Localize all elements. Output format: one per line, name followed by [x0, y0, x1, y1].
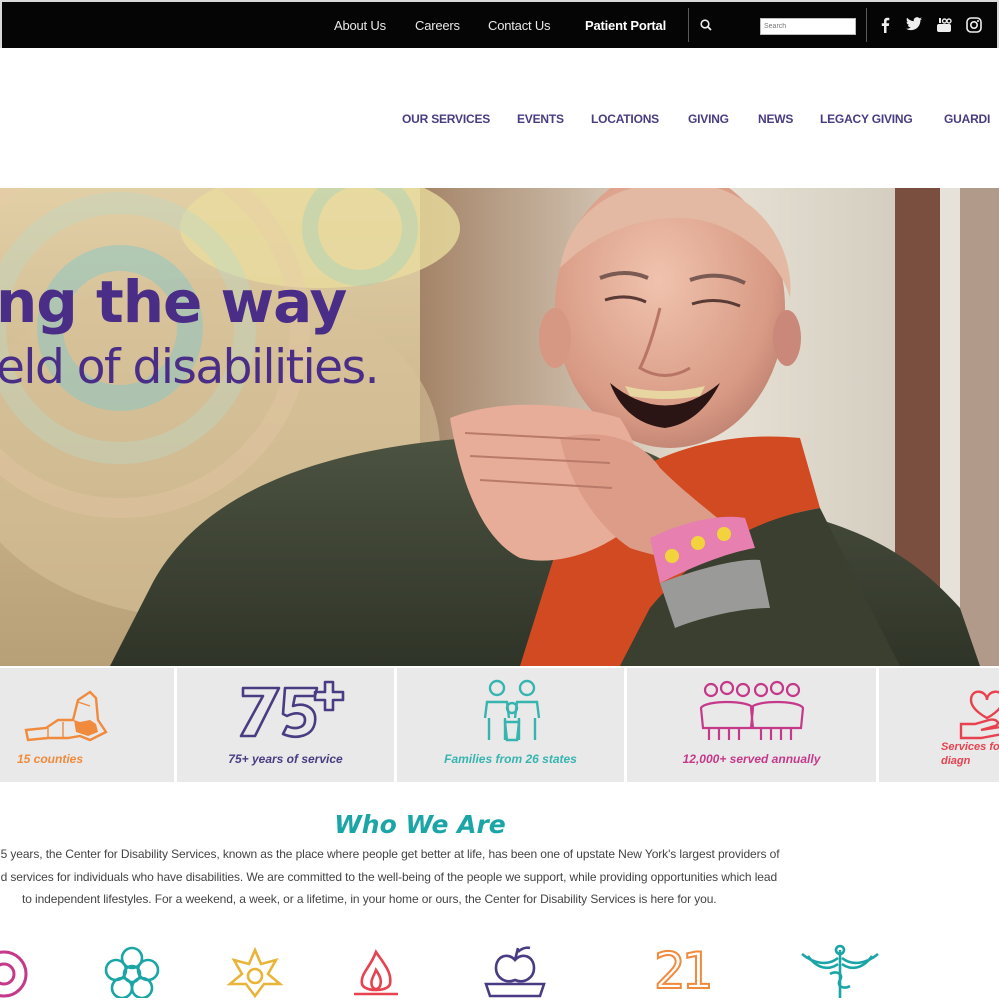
- hero-banner: ng the way eld of disabilities.: [0, 188, 999, 666]
- contact-us-link[interactable]: Contact Us: [488, 18, 551, 33]
- stat-label: 15 counties: [16, 752, 84, 766]
- stat-label: 12,000+ served annually: [682, 752, 821, 766]
- apple-icon[interactable]: [482, 944, 548, 1003]
- stat-served: 12,000+ served annually: [627, 668, 879, 782]
- flame-icon[interactable]: [350, 944, 402, 1003]
- about-us-link[interactable]: About Us: [334, 18, 386, 33]
- nav-our-services[interactable]: OUR SERVICES: [402, 112, 490, 126]
- circle-icon[interactable]: [0, 944, 30, 1003]
- nav-events[interactable]: EVENTS: [517, 112, 564, 126]
- nav-guardianship[interactable]: GUARDI: [944, 112, 990, 126]
- youtube-icon[interactable]: [936, 17, 952, 38]
- nav-legacy-giving[interactable]: LEGACY GIVING: [820, 112, 913, 126]
- search-icon[interactable]: [700, 18, 712, 36]
- hero-headline-line1: ng the way: [0, 268, 347, 336]
- hero-headline-line2: eld of disabilities.: [0, 340, 380, 395]
- stat-counties: 15 counties: [0, 668, 177, 782]
- who-we-are-text: nd services for individuals who have dis…: [0, 870, 778, 884]
- nav-news[interactable]: NEWS: [758, 112, 793, 126]
- new-york-state-map-icon: [24, 690, 108, 742]
- stat-label: 75+ years of service: [228, 752, 343, 766]
- caduceus-icon[interactable]: [800, 944, 880, 1003]
- hero-photo: [0, 188, 999, 666]
- stat-diagnoses: Services fo diagn: [879, 668, 999, 782]
- who-we-are-text: 75 years, the Center for Disability Serv…: [0, 847, 780, 861]
- number-21-graphic[interactable]: 21: [653, 945, 715, 997]
- patient-portal-link[interactable]: Patient Portal: [585, 18, 666, 33]
- hand-heart-icon: [959, 690, 999, 740]
- stat-label: Services fo diagn: [941, 741, 999, 767]
- stat-years: 75+ years of service: [177, 668, 397, 782]
- family-icon: [483, 679, 541, 742]
- who-we-are-text: to independent lifestyles. For a weekend…: [22, 892, 717, 906]
- careers-link[interactable]: Careers: [415, 18, 460, 33]
- sun-icon[interactable]: [226, 944, 284, 1003]
- stat-families: Families from 26 states: [397, 668, 627, 782]
- search-input[interactable]: [760, 18, 856, 35]
- divider: [866, 8, 867, 42]
- facebook-icon[interactable]: [880, 17, 890, 38]
- instagram-icon[interactable]: [966, 17, 982, 38]
- twitter-icon[interactable]: [906, 17, 922, 36]
- years-75-plus-graphic: [239, 680, 345, 738]
- nav-locations[interactable]: LOCATIONS: [591, 112, 659, 126]
- stat-label: Families from 26 states: [444, 752, 577, 766]
- divider: [688, 8, 689, 42]
- crowd-icon: [699, 680, 805, 740]
- nav-giving[interactable]: GIVING: [688, 112, 729, 126]
- flower-icon[interactable]: [102, 944, 162, 1003]
- utility-bar: About Us Careers Contact Us Patient Port…: [0, 0, 999, 48]
- who-we-are-heading: Who We Are: [334, 810, 506, 839]
